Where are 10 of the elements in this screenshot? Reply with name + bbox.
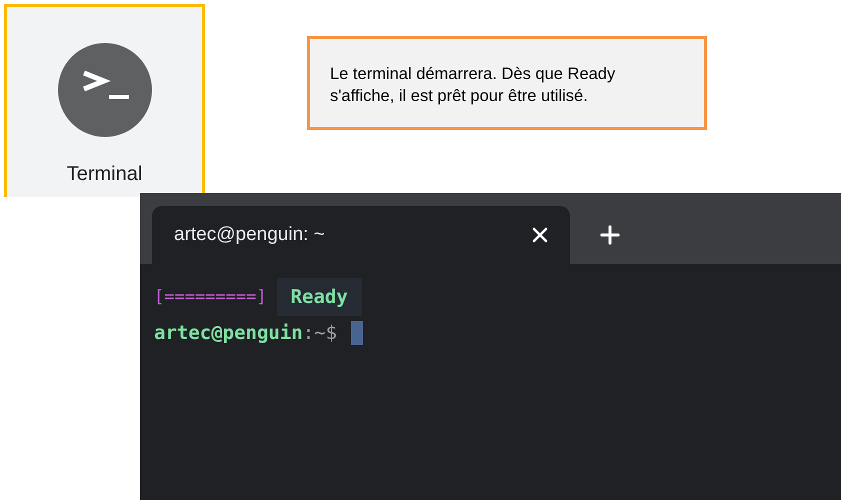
app-label: Terminal xyxy=(66,163,142,186)
terminal-tab[interactable]: artec@penguin: ~ xyxy=(152,206,570,264)
tab-title: artec@penguin: ~ xyxy=(174,224,325,246)
prompt-path: :~$ xyxy=(302,322,338,344)
app-tile[interactable]: Terminal xyxy=(4,4,205,197)
status-text: Ready xyxy=(276,278,362,316)
terminal-app-icon xyxy=(58,43,152,137)
progress-bar-text: [=========] xyxy=(154,287,267,307)
callout-text: Le terminal démarrera. Dès que Ready s'affiche, il est prêt pour être utilisé. xyxy=(307,36,707,130)
prompt-user: artec@penguin xyxy=(154,322,303,344)
